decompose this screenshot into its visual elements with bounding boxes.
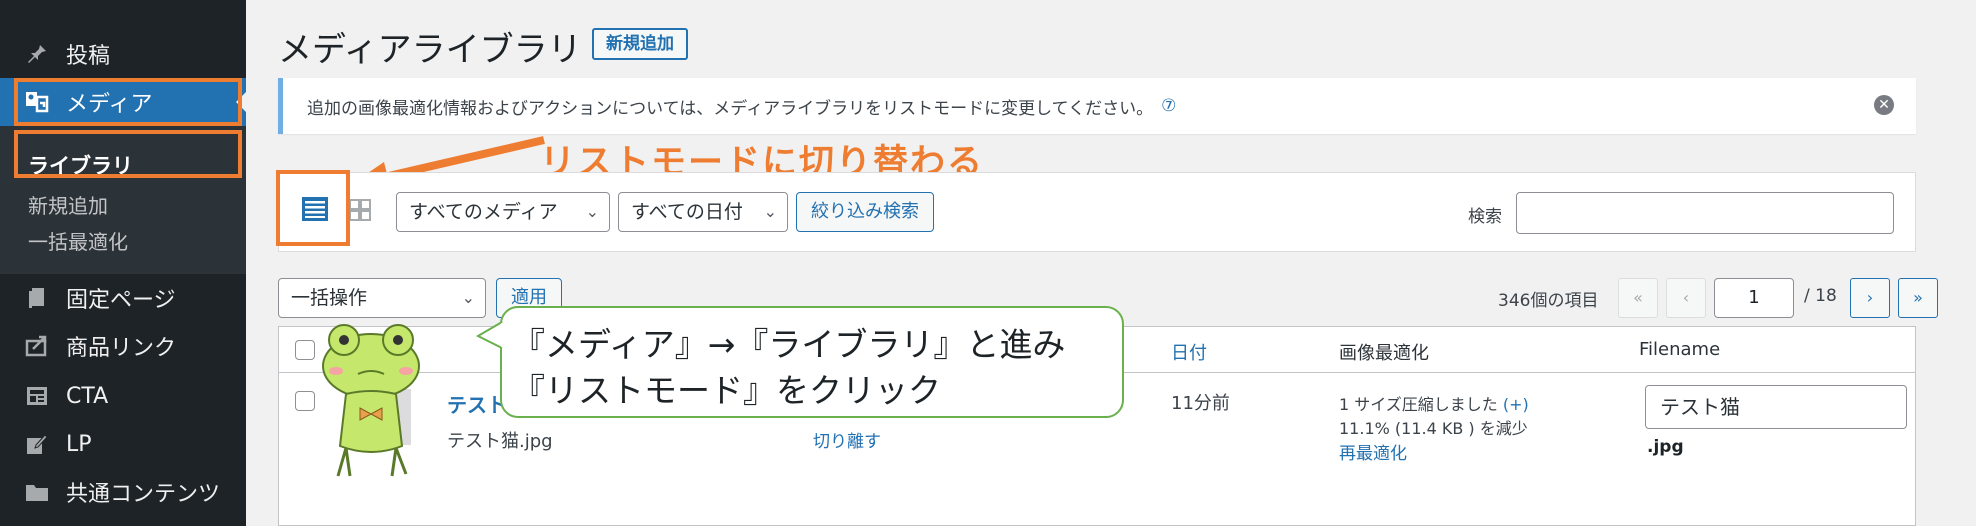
bulk-action-select-value: 一括操作	[291, 287, 368, 309]
share-icon	[22, 335, 52, 357]
submenu-item-add-new[interactable]: 新規追加	[28, 190, 108, 219]
sidebar-item-label: メディア	[66, 92, 153, 117]
bulk-action-select[interactable]: 一括操作 ⌄	[278, 278, 486, 318]
sidebar-item-lp[interactable]: LP	[0, 420, 246, 468]
reoptimize-link[interactable]: 再最適化	[1339, 439, 1407, 464]
chevron-down-icon: ⌄	[763, 202, 777, 221]
column-optimize: 画像最適化	[1339, 343, 1429, 364]
sidebar-item-cta[interactable]: CTA	[0, 372, 246, 420]
column-filename: Filename	[1639, 339, 1721, 360]
sidebar-item-label: 投稿	[66, 44, 111, 69]
sidebar-item-posts[interactable]: 投稿	[0, 30, 246, 78]
bubble-line-2: 『リストモード』をクリック	[512, 371, 941, 410]
optimization-notice: 追加の画像最適化情報およびアクションについては、メディアライブラリをリストモード…	[278, 78, 1916, 134]
search-input[interactable]	[1516, 192, 1894, 234]
column-date[interactable]: 日付	[1171, 339, 1207, 365]
cta-icon	[22, 385, 52, 407]
total-pages: / 18	[1804, 286, 1837, 306]
notice-text: 追加の画像最適化情報およびアクションについては、メディアライブラリをリストモード…	[307, 98, 1154, 119]
chevron-down-icon: ⌄	[585, 202, 599, 221]
sidebar-item-label: 共通コンテンツ	[66, 482, 221, 507]
prev-page-button[interactable]: ‹	[1666, 278, 1706, 318]
optimize-details-link[interactable]: (+)	[1503, 395, 1529, 414]
last-page-button[interactable]: »	[1898, 278, 1938, 318]
filter-button[interactable]: 絞り込み検索	[796, 192, 934, 232]
active-indicator	[236, 92, 246, 112]
help-icon[interactable]: ⑦	[1161, 96, 1176, 116]
pin-icon	[22, 43, 52, 65]
frog-mascot-icon	[322, 324, 420, 477]
sidebar-item-label: CTA	[66, 383, 109, 409]
row-checkbox[interactable]	[295, 391, 315, 411]
bubble-tail	[476, 321, 506, 349]
item-count: 346個の項目	[1498, 291, 1599, 311]
media-icon	[22, 91, 52, 113]
next-page-button[interactable]: ›	[1850, 278, 1890, 318]
sidebar-item-label: 商品リンク	[66, 336, 177, 361]
page-icon	[22, 287, 52, 309]
sidebar-item-media[interactable]: メディア	[0, 78, 246, 126]
list-view-icon[interactable]	[300, 194, 330, 224]
sidebar-item-product-links[interactable]: 商品リンク	[0, 322, 246, 370]
sidebar-item-pages[interactable]: 固定ページ	[0, 274, 246, 322]
grid-view-icon[interactable]	[348, 198, 372, 222]
media-title-link[interactable]: テスト	[447, 389, 507, 418]
first-page-button[interactable]: «	[1618, 278, 1658, 318]
folder-icon	[22, 482, 52, 502]
filename-input[interactable]: テスト猫	[1645, 385, 1907, 429]
search-label: 検索	[1468, 207, 1502, 227]
optimize-savings: 11.1% (11.4 KB ) を減少	[1339, 419, 1528, 438]
current-page-input[interactable]: 1	[1714, 278, 1794, 318]
media-type-select[interactable]: すべてのメディア ⌄	[396, 192, 610, 232]
detach-link[interactable]: 切り離す	[813, 427, 881, 452]
sidebar-item-label: LP	[66, 431, 92, 457]
submenu-item-bulk-optimize[interactable]: 一括最適化	[28, 226, 128, 255]
media-file-name: テスト猫.jpg	[447, 431, 553, 452]
edit-icon	[22, 433, 52, 455]
sidebar-item-common-content[interactable]: 共通コンテンツ	[0, 468, 246, 516]
add-new-button[interactable]: 新規追加	[592, 28, 688, 60]
select-all-checkbox[interactable]	[295, 340, 315, 360]
close-icon[interactable]: ✕	[1874, 95, 1894, 115]
admin-sidebar: 投稿 メディア ライブラリ 新規追加 一括最適化 固定ページ 商品リンク CTA…	[0, 0, 246, 526]
submenu-item-library[interactable]: ライブラリ	[28, 150, 133, 180]
optimize-status-text: 1 サイズ圧縮しました	[1339, 395, 1498, 414]
chevron-down-icon: ⌄	[461, 288, 475, 307]
sidebar-item-label: 固定ページ	[66, 288, 176, 313]
date-select[interactable]: すべての日付 ⌄	[618, 192, 788, 232]
media-type-select-value: すべてのメディア	[409, 201, 558, 223]
date-select-value: すべての日付	[631, 201, 743, 223]
bubble-line-1: 『メディア』→『ライブラリ』と進み	[512, 325, 1066, 364]
media-submenu: ライブラリ 新規追加 一括最適化	[0, 126, 246, 274]
filename-extension: .jpg	[1647, 437, 1684, 457]
optimize-status: 1 サイズ圧縮しました (+)	[1339, 391, 1529, 415]
media-date: 11分前	[1171, 393, 1230, 414]
page-title: メディアライブラリ	[278, 30, 582, 70]
